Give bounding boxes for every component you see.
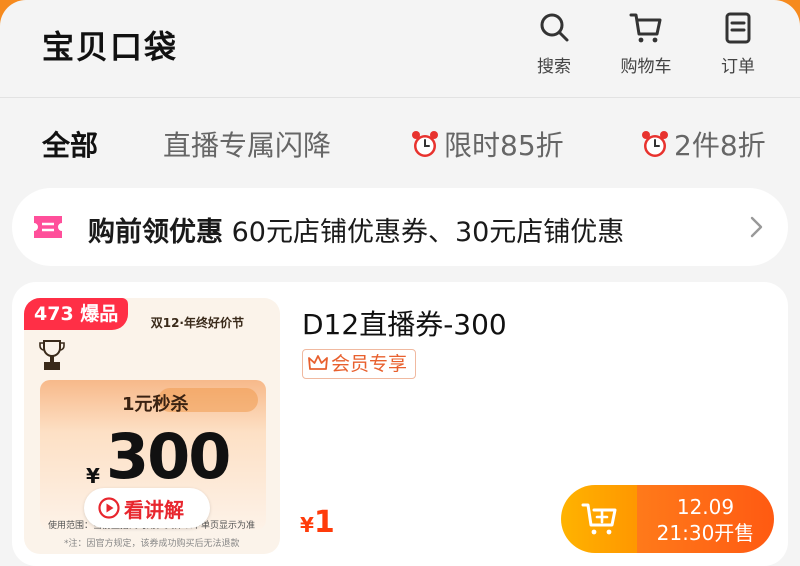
panel-header: 宝贝口袋 搜索 购物车 订单 xyxy=(0,0,800,98)
product-title[interactable]: D12直播券-300 xyxy=(302,303,507,343)
price-value: 1 xyxy=(313,505,335,540)
add-cart-icon xyxy=(581,503,617,535)
product-bag-panel: 宝贝口袋 搜索 购物车 订单 全部 直播专属闪降 限时85折 2件8折 购前领优… xyxy=(0,0,800,566)
crown-icon xyxy=(308,355,328,370)
promo-detail: 60元店铺优惠券、30元店铺优惠 xyxy=(231,217,625,248)
cart-icon xyxy=(629,13,662,43)
alarm-clock-icon xyxy=(642,131,668,157)
tab-live-flash-sale[interactable]: 直播专属闪降 xyxy=(163,124,331,164)
tab-live-flash-sale-label: 直播专属闪降 xyxy=(163,129,332,162)
sale-time: 21:30开售 xyxy=(656,521,755,545)
play-icon xyxy=(98,497,120,519)
promo-text: 购前领优惠 60元店铺优惠券、30元店铺优惠 xyxy=(88,210,624,249)
member-exclusive-label: 会员专享 xyxy=(331,353,408,375)
promo-lead: 购前领优惠 xyxy=(88,217,223,248)
trophy-icon xyxy=(39,340,65,370)
watch-explanation-button[interactable]: 看讲解 xyxy=(84,488,210,528)
ticket-currency: ¥ xyxy=(86,464,100,488)
order-label: 订单 xyxy=(721,57,755,77)
order-icon xyxy=(725,12,751,44)
cart-button[interactable]: 购物车 xyxy=(606,10,686,80)
tab-limited-discount-label: 限时85折 xyxy=(444,129,564,162)
search-label: 搜索 xyxy=(537,57,571,77)
event-banner-text: 双12·年终好价节 xyxy=(150,316,244,330)
add-to-cart-button[interactable]: 12.09 21:30开售 xyxy=(561,485,774,553)
product-image[interactable]: 双12·年终好价节 1元秒杀 ¥ 300 使用范围：当前直播间可用，具体以下单页… xyxy=(24,298,280,554)
order-button[interactable]: 订单 xyxy=(698,10,778,80)
ticket-footnote: *注：因官方规定，该券成功购买后无法退款 xyxy=(64,539,240,549)
product-price: ¥1 xyxy=(300,505,335,540)
price-currency: ¥ xyxy=(300,513,314,537)
alarm-clock-icon xyxy=(412,131,438,157)
hot-item-badge: 473 爆品 xyxy=(24,298,129,330)
category-tabs: 全部 直播专属闪降 限时85折 2件8折 xyxy=(0,116,800,176)
sale-time-segment[interactable]: 12.09 21:30开售 xyxy=(637,485,774,553)
chevron-right-icon xyxy=(750,216,763,238)
page-title: 宝贝口袋 xyxy=(42,28,179,66)
sale-date: 12.09 xyxy=(676,495,735,519)
tab-all-label: 全部 xyxy=(42,129,99,162)
tab-all[interactable]: 全部 xyxy=(42,124,98,164)
add-to-cart-segment[interactable] xyxy=(561,485,643,553)
tab-two-items-discount-label: 2件8折 xyxy=(674,129,766,162)
cart-label: 购物车 xyxy=(620,57,672,77)
search-button[interactable]: 搜索 xyxy=(514,10,594,80)
pre-purchase-coupon-banner[interactable]: 购前领优惠 60元店铺优惠券、30元店铺优惠 xyxy=(12,188,788,266)
tab-two-items-discount[interactable]: 2件8折 xyxy=(640,124,766,164)
coupon-icon xyxy=(34,216,62,238)
watch-explanation-label: 看讲解 xyxy=(124,498,184,522)
member-exclusive-tag: 会员专享 xyxy=(302,349,417,379)
search-icon xyxy=(540,13,569,42)
ticket-amount: 300 xyxy=(106,420,231,493)
tab-limited-discount[interactable]: 限时85折 xyxy=(410,124,564,164)
ticket-headline: 1元秒杀 xyxy=(122,394,189,415)
